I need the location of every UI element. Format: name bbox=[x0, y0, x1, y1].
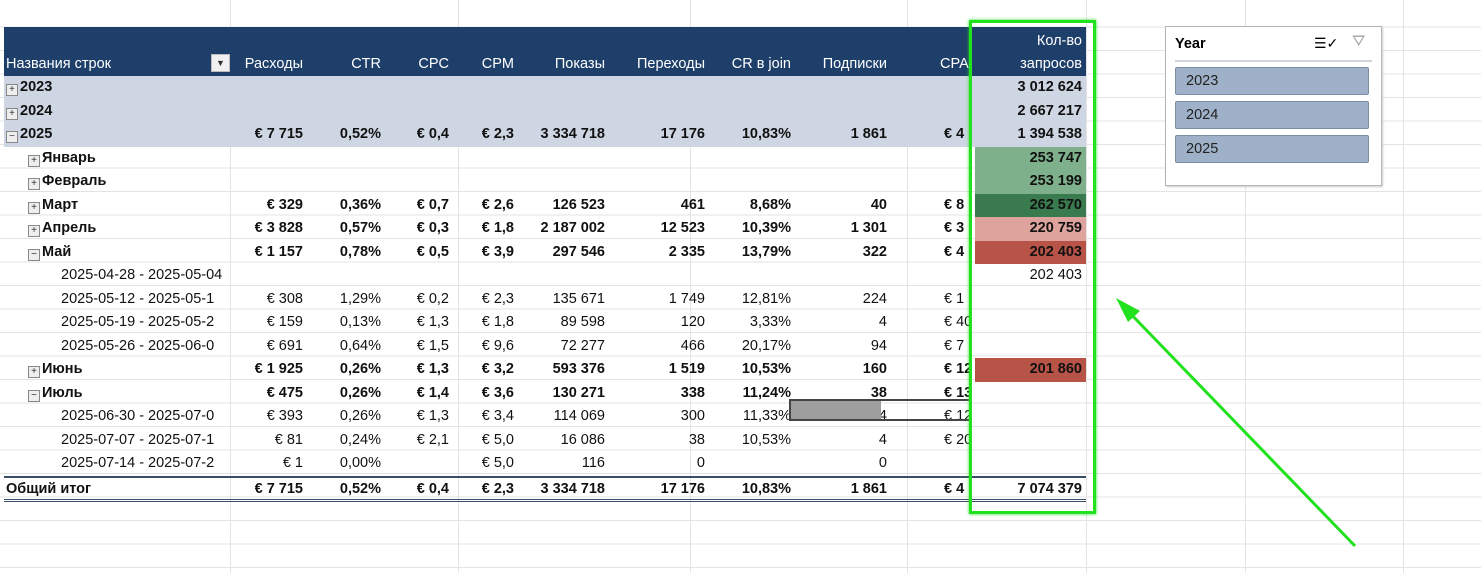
slicer-item-2024[interactable]: 2024 bbox=[1175, 101, 1369, 129]
year-slicer: Year ☰✓ ⛛ 2023 2024 2025 bbox=[1165, 26, 1382, 186]
slicer-item-2023[interactable]: 2023 bbox=[1175, 67, 1369, 95]
clear-filter-icon[interactable]: ⛛ bbox=[1352, 33, 1365, 51]
multi-select-icon[interactable]: ☰✓ bbox=[1314, 35, 1338, 52]
slicer-item-2025[interactable]: 2025 bbox=[1175, 135, 1369, 163]
slicer-title: Year bbox=[1175, 36, 1206, 52]
slicer-divider bbox=[1175, 60, 1372, 62]
